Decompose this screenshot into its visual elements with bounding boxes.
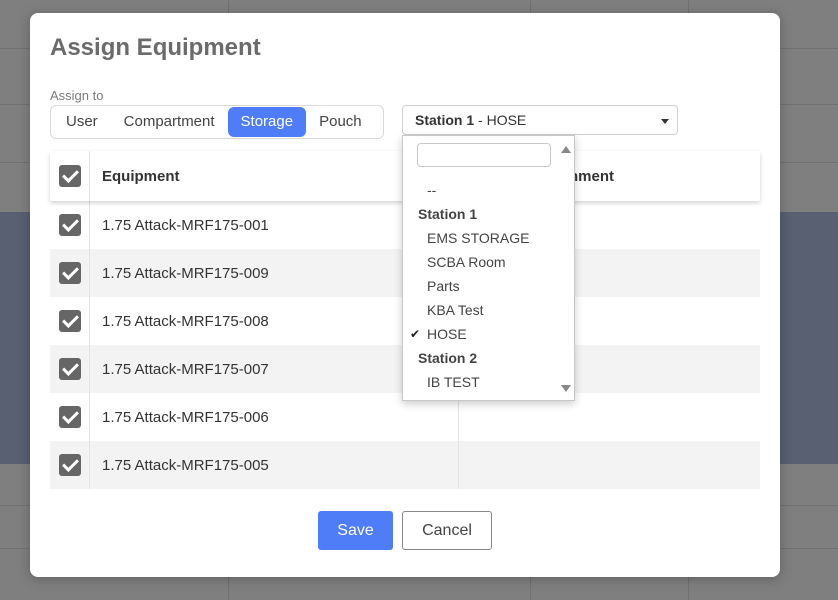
row-checkbox[interactable]: [58, 310, 81, 332]
dropdown-option[interactable]: ✔ HOSE: [403, 322, 563, 346]
row-checkbox[interactable]: [58, 454, 81, 476]
assign-to-segmented-control: User Compartment Storage Pouch: [50, 105, 384, 139]
select-all-checkbox[interactable]: [58, 165, 81, 187]
dropdown-item-label: EMS STORAGE: [427, 230, 530, 246]
assignment-column-header-text: nment: [569, 167, 614, 185]
dropdown-list: -- Station 1 EMS STORAGE SCBA Room Parts KBA …: [403, 178, 563, 394]
dropdown-item-label: Parts: [427, 278, 460, 294]
row-checkbox-cell: [50, 441, 90, 489]
row-checkbox[interactable]: [58, 214, 81, 236]
row-checkbox[interactable]: [58, 358, 81, 380]
dropdown-option[interactable]: KBA Test: [403, 298, 563, 322]
row-checkbox[interactable]: [58, 406, 81, 428]
assign-to-user-button[interactable]: User: [53, 107, 111, 137]
location-select[interactable]: Station 1 - HOSE: [402, 105, 678, 135]
save-button[interactable]: Save: [318, 511, 393, 550]
assign-to-pouch-button[interactable]: Pouch: [306, 107, 375, 137]
dropdown-option[interactable]: Parts: [403, 274, 563, 298]
table-row[interactable]: 1.75 Attack-MRF175-005: [50, 441, 760, 489]
assign-to-compartment-button[interactable]: Compartment: [111, 107, 228, 137]
location-dropdown: -- Station 1 EMS STORAGE SCBA Room Parts KBA …: [402, 135, 575, 401]
modal-title: Assign Equipment: [50, 34, 261, 61]
scroll-up-icon[interactable]: [561, 146, 571, 153]
dropdown-group-header: Station 1: [403, 202, 563, 226]
dropdown-item-label: IB TEST: [427, 374, 480, 390]
location-select-group: Station 1: [415, 112, 475, 128]
dropdown-group-header: Station 2: [403, 346, 563, 370]
assign-to-storage-button[interactable]: Storage: [227, 107, 307, 137]
cancel-button[interactable]: Cancel: [402, 511, 492, 550]
checkmark-icon: ✔: [410, 327, 421, 341]
row-checkbox[interactable]: [58, 262, 81, 284]
assignment-cell: [459, 441, 760, 489]
dropdown-option[interactable]: SCBA Room: [403, 250, 563, 274]
location-select-value: HOSE: [486, 112, 527, 128]
dropdown-item-label: --: [427, 182, 437, 198]
equipment-cell: 1.75 Attack-MRF175-005: [90, 441, 459, 489]
dropdown-option[interactable]: IB TEST: [403, 370, 563, 394]
dropdown-option[interactable]: EMS STORAGE: [403, 226, 563, 250]
dropdown-option[interactable]: --: [403, 178, 563, 202]
scroll-down-icon[interactable]: [561, 385, 571, 392]
dropdown-item-label: Station 1: [418, 206, 478, 222]
location-select-separator: -: [474, 112, 487, 128]
row-checkbox-cell: [50, 297, 90, 345]
row-checkbox-cell: [50, 249, 90, 297]
chevron-down-icon: [661, 119, 669, 124]
row-checkbox-cell: [50, 345, 90, 393]
header-checkbox-cell: [50, 151, 90, 201]
dropdown-item-label: Station 2: [418, 350, 478, 366]
row-checkbox-cell: [50, 201, 90, 249]
row-checkbox-cell: [50, 393, 90, 441]
dropdown-search-input[interactable]: [417, 143, 551, 167]
dropdown-item-label: HOSE: [427, 326, 467, 342]
dropdown-item-label: KBA Test: [427, 302, 484, 318]
dropdown-item-label: SCBA Room: [427, 254, 506, 270]
assign-to-label: Assign to: [50, 88, 104, 103]
